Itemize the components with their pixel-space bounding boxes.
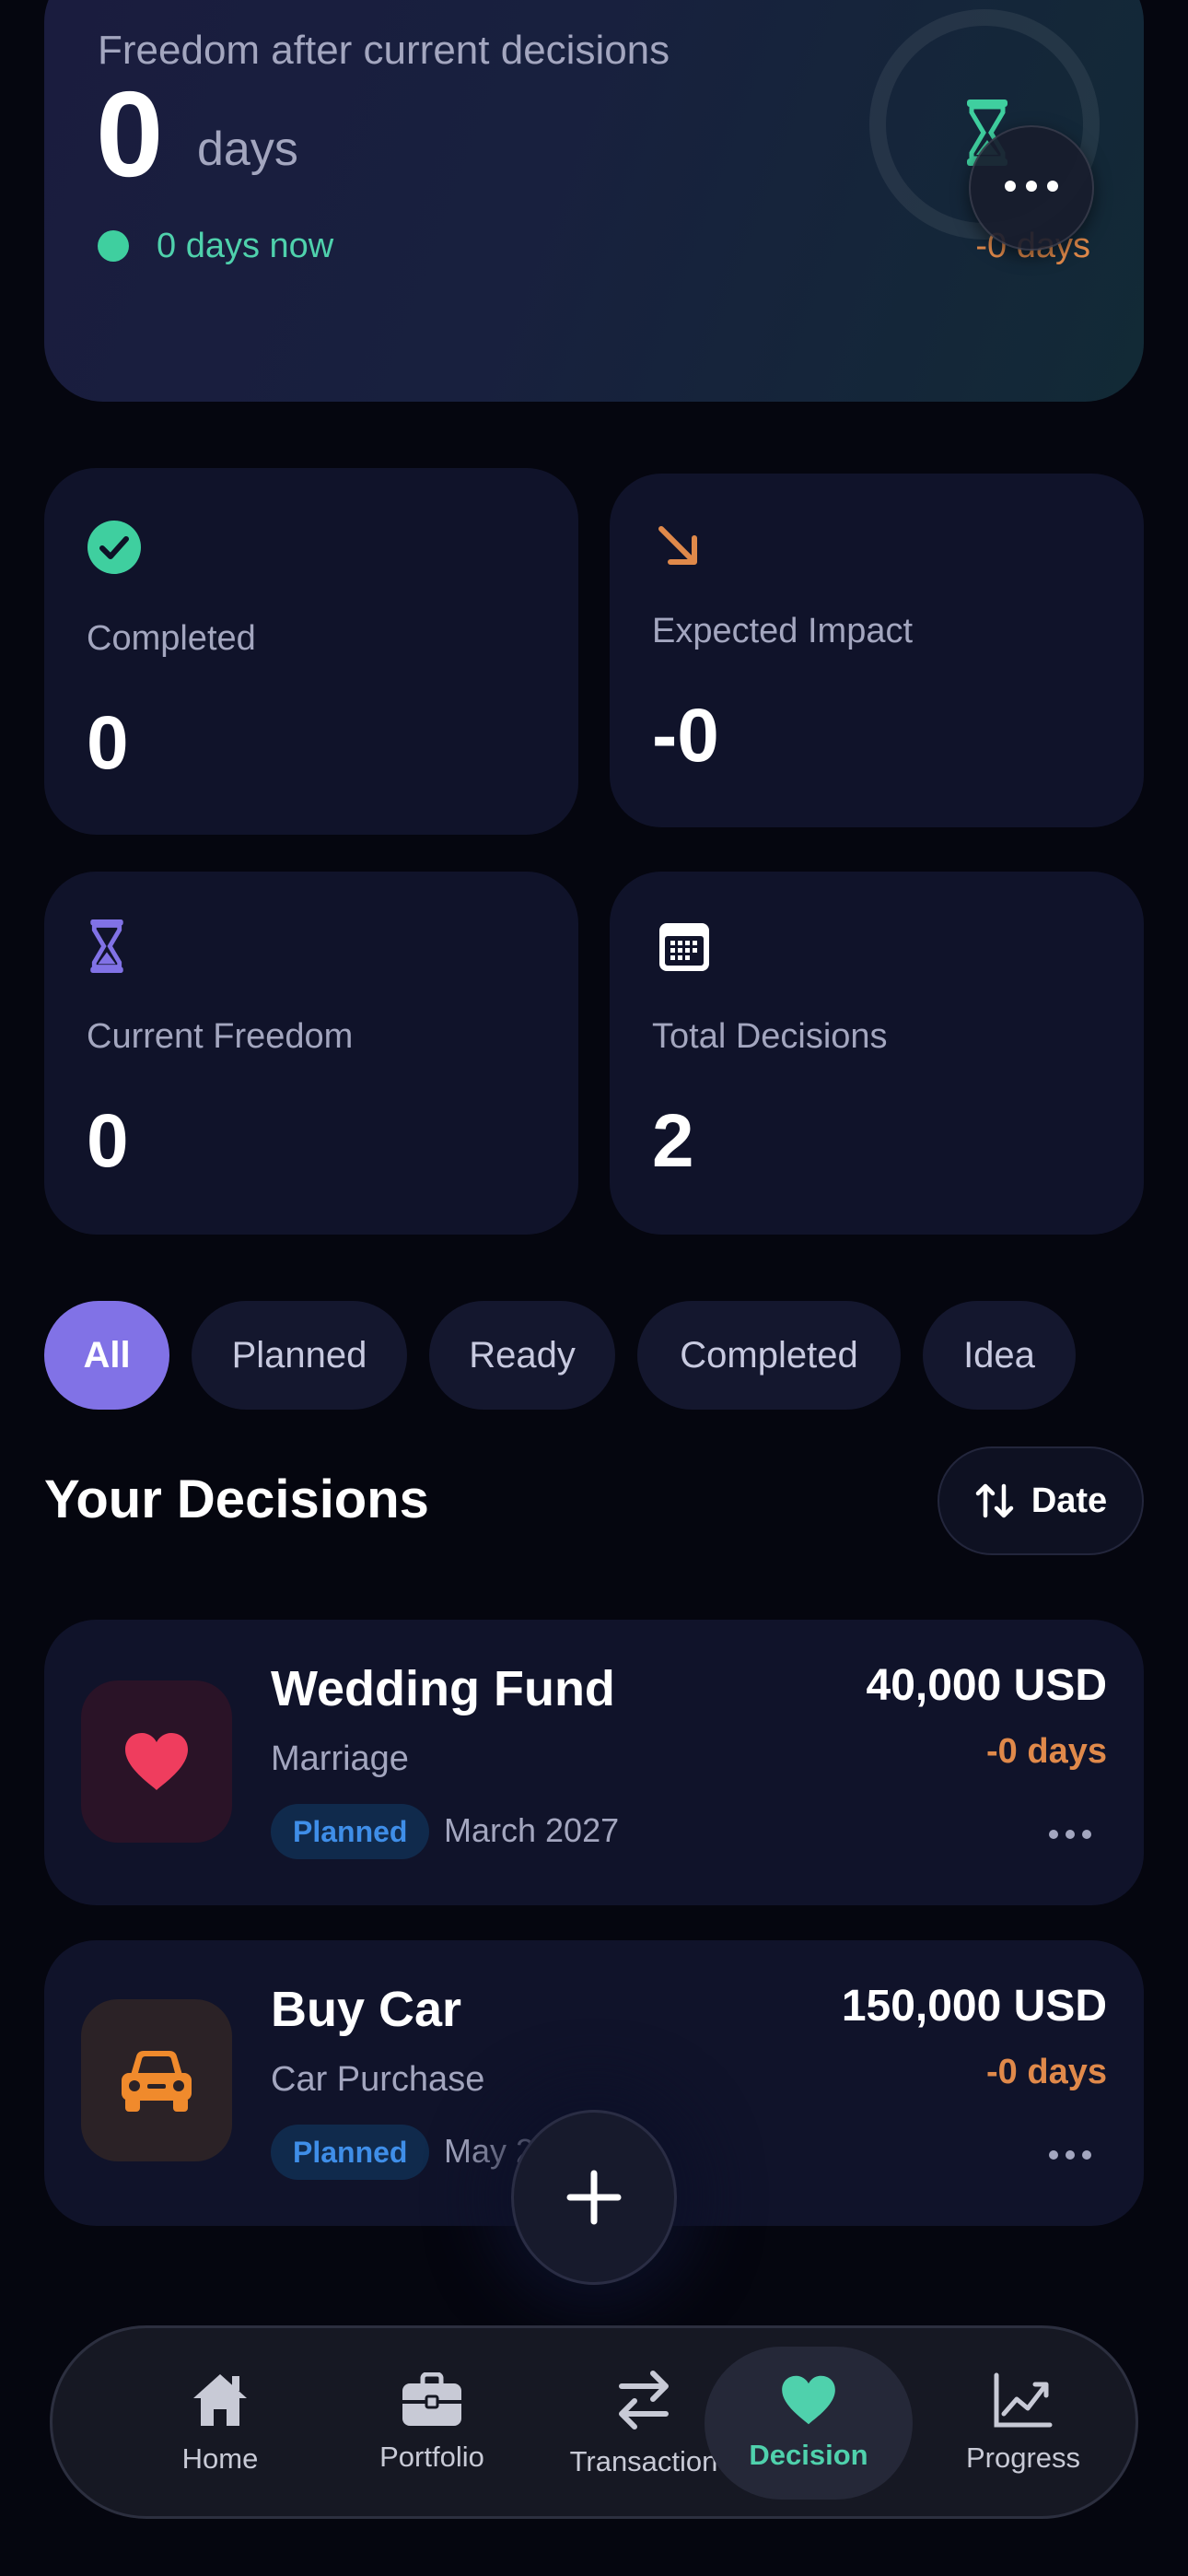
decision-title: Wedding Fund: [271, 1661, 615, 1716]
stat-label: Expected Impact: [652, 612, 914, 650]
stat-card-total-decisions: Total Decisions 2: [610, 872, 1144, 1235]
tab-label: Progress: [965, 2441, 1081, 2474]
bottom-tab-bar: Home Portfolio Transaction Decision Prog…: [50, 2325, 1138, 2519]
decision-title: Buy Car: [271, 1982, 462, 2037]
heart-icon: [81, 1680, 232, 1843]
section-title: Your Decisions: [44, 1469, 429, 1529]
hero-more-button[interactable]: [969, 125, 1094, 251]
sort-label: Date: [1031, 1481, 1108, 1520]
filter-chip-completed[interactable]: Completed: [637, 1301, 901, 1410]
hero-now-text: 0 days now: [157, 227, 334, 265]
more-horizontal-icon[interactable]: [1048, 2149, 1092, 2165]
swap-arrows-icon: [619, 2371, 669, 2430]
home-icon: [193, 2374, 247, 2426]
hero-unit: days: [197, 123, 298, 176]
stat-value: -0: [652, 694, 719, 778]
decision-category: Marriage: [271, 1739, 409, 1778]
tab-label: Decision: [749, 2439, 868, 2471]
hourglass-icon: [90, 919, 123, 978]
status-badge: Planned: [271, 1804, 430, 1859]
status-badge: Planned: [271, 2125, 430, 2180]
hero-label: Freedom after current decisions: [98, 28, 670, 73]
stat-value: 2: [652, 1099, 694, 1183]
more-horizontal-icon: [1004, 180, 1059, 197]
add-decision-button[interactable]: [511, 2110, 677, 2285]
stat-label: Completed: [87, 619, 256, 658]
heart-icon: [782, 2375, 835, 2425]
car-icon: [81, 1999, 232, 2161]
decision-amount: 40,000 USD: [866, 1661, 1108, 1710]
stat-card-completed: Completed 0: [44, 468, 578, 835]
briefcase-icon: [402, 2372, 461, 2426]
arrow-down-right-icon: [656, 523, 702, 574]
stat-value: 0: [87, 701, 129, 785]
tab-home[interactable]: Home: [119, 2347, 321, 2500]
decision-category: Car Purchase: [271, 2060, 485, 2099]
check-circle-icon: [87, 520, 142, 580]
decision-impact: -0 days: [986, 2053, 1107, 2091]
tab-decision[interactable]: Decision: [705, 2347, 913, 2500]
stat-label: Current Freedom: [87, 1017, 354, 1056]
decision-date: March 2027: [444, 1811, 620, 1849]
sort-arrows-icon: [975, 1483, 1014, 1518]
stat-label: Total Decisions: [652, 1017, 888, 1056]
filter-chip-planned[interactable]: Planned: [192, 1301, 407, 1410]
tab-progress[interactable]: Progress: [922, 2347, 1124, 2500]
hero-value: 0: [96, 66, 164, 202]
tab-portfolio[interactable]: Portfolio: [331, 2347, 533, 2500]
more-horizontal-icon[interactable]: [1048, 1828, 1092, 1844]
filter-chip-all[interactable]: All: [44, 1301, 169, 1410]
plus-icon: [566, 2170, 622, 2225]
filter-chip-idea[interactable]: Idea: [923, 1301, 1076, 1410]
tab-label: Transaction: [569, 2445, 718, 2477]
decision-amount: 150,000 USD: [841, 1982, 1107, 2031]
tab-label: Portfolio: [379, 2441, 484, 2473]
calendar-icon: [658, 919, 711, 978]
tab-label: Home: [181, 2442, 259, 2475]
chart-line-icon: [994, 2372, 1053, 2428]
stat-value: 0: [87, 1099, 129, 1183]
decision-impact: -0 days: [986, 1732, 1107, 1771]
stat-card-expected-impact: Expected Impact -0: [610, 474, 1144, 827]
filter-chip-ready[interactable]: Ready: [429, 1301, 615, 1410]
stat-card-current-freedom: Current Freedom 0: [44, 872, 578, 1235]
sort-button[interactable]: Date: [938, 1446, 1144, 1555]
decision-card[interactable]: Wedding Fund Marriage Planned March 2027…: [44, 1620, 1144, 1905]
status-dot: [98, 230, 129, 262]
